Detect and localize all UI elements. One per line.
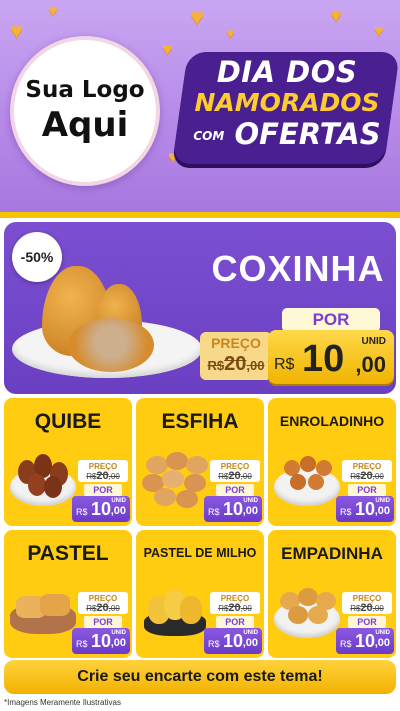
product-card-pastel[interactable]: PASTEL PREÇO R$20,00 POR UNID R$ 10,00 <box>4 530 132 658</box>
product-card-quibe[interactable]: QUIBE PREÇO R$20,00 POR UNID R$ 10,00 <box>4 398 132 526</box>
unit-label: UNID <box>361 336 386 347</box>
discount-badge: -50% <box>12 232 62 282</box>
old-price-tag: PREÇO R$20,00 <box>342 592 392 614</box>
product-card-pastel-de-milho[interactable]: PASTEL DE MILHO PREÇO R$20,00 POR UNID R$ 1… <box>136 530 264 658</box>
currency: R$ <box>274 356 295 373</box>
header-banner: ♥ ♥ ♥ ♥ ♥ ♥ ♥ ♥ ♥ Sua Logo Aqui DIA DOS … <box>0 0 400 212</box>
price-tag: UNID R$ 10,00 <box>336 628 394 654</box>
old-price-tag: PREÇO R$20,00 <box>78 592 128 614</box>
cta-button[interactable]: Crie seu encarte com este tema! <box>4 660 396 694</box>
price-tag: UNID R$ 10 ,00 <box>268 330 394 384</box>
price-tag: UNID R$ 10,00 <box>204 628 262 654</box>
product-name: PASTEL DE MILHO <box>143 546 257 560</box>
featured-product[interactable]: -50% COXINHA PREÇO R$20,00 POR UNID R$ 1… <box>4 222 396 394</box>
title-line1: DIA DOS <box>216 55 358 89</box>
heart-icon: ♥ <box>162 39 173 59</box>
pastel-image <box>10 582 76 640</box>
old-price-tag: PREÇO R$20,00 <box>342 460 392 482</box>
product-name: QUIBE <box>34 410 102 433</box>
por-label: POR <box>282 308 380 332</box>
heart-icon: ♥ <box>190 4 205 31</box>
esfiha-image <box>142 450 208 508</box>
logo-placeholder: Sua Logo Aqui <box>10 36 160 186</box>
product-name: PASTEL <box>27 542 109 565</box>
title-line2: NAMORADOS <box>194 88 380 117</box>
old-price-tag: PREÇO R$20,00 <box>210 592 260 614</box>
coxinha-image <box>68 318 154 372</box>
por-label: POR <box>216 616 254 628</box>
enroladinho-image <box>274 450 340 508</box>
product-card-esfiha[interactable]: ESFIHA PREÇO R$20,00 POR UNID R$ 10,00 <box>136 398 264 526</box>
price-decimal: ,00 <box>355 352 386 377</box>
heart-icon: ♥ <box>374 23 384 40</box>
por-label: POR <box>348 484 386 496</box>
heart-icon: ♥ <box>226 25 235 41</box>
disclaimer-text: *Imagens Meramente Ilustrativas <box>4 698 121 707</box>
empadinha-image <box>274 582 340 640</box>
product-name: ESFIHA <box>161 410 239 433</box>
heart-icon: ♥ <box>10 18 24 43</box>
por-label: POR <box>348 616 386 628</box>
old-price: R$20,00 <box>207 353 265 375</box>
por-label: POR <box>84 616 122 628</box>
heart-icon: ♥ <box>330 5 342 27</box>
old-price-tag: PREÇO R$20,00 <box>210 460 260 482</box>
price-tag: UNID R$ 10,00 <box>72 496 130 522</box>
price-tag: UNID R$ 10,00 <box>204 496 262 522</box>
campaign-title: DIA DOS NAMORADOS COM OFERTAS <box>182 56 392 152</box>
title-ofertas: OFERTAS <box>234 117 381 151</box>
pastel-de-milho-image <box>142 582 208 640</box>
title-com: COM <box>193 129 225 143</box>
old-price-tag: PREÇO R$20,00 <box>200 332 272 380</box>
old-price-tag: PREÇO R$20,00 <box>78 460 128 482</box>
product-name: COXINHA <box>211 248 385 289</box>
header-divider <box>0 212 400 218</box>
logo-text-line1: Sua Logo <box>25 77 145 103</box>
product-name: ENROLADINHO <box>279 413 385 429</box>
quibe-image <box>10 450 76 508</box>
logo-text-line2: Aqui <box>41 105 129 145</box>
por-label: POR <box>216 484 254 496</box>
price-tag: UNID R$ 10,00 <box>72 628 130 654</box>
price-integer: 10 <box>302 338 345 380</box>
por-label: POR <box>84 484 122 496</box>
heart-icon: ♥ <box>48 3 58 20</box>
product-card-empadinha[interactable]: EMPADINHA PREÇO R$20,00 POR UNID R$ 10,00 <box>268 530 396 658</box>
product-card-enroladinho[interactable]: ENROLADINHO PREÇO R$20,00 POR UNID R$ 10,00 <box>268 398 396 526</box>
title-line3: COM OFERTAS <box>182 118 392 152</box>
product-name: EMPADINHA <box>281 544 383 563</box>
price-tag: UNID R$ 10,00 <box>336 496 394 522</box>
preco-label: PREÇO <box>211 335 261 351</box>
